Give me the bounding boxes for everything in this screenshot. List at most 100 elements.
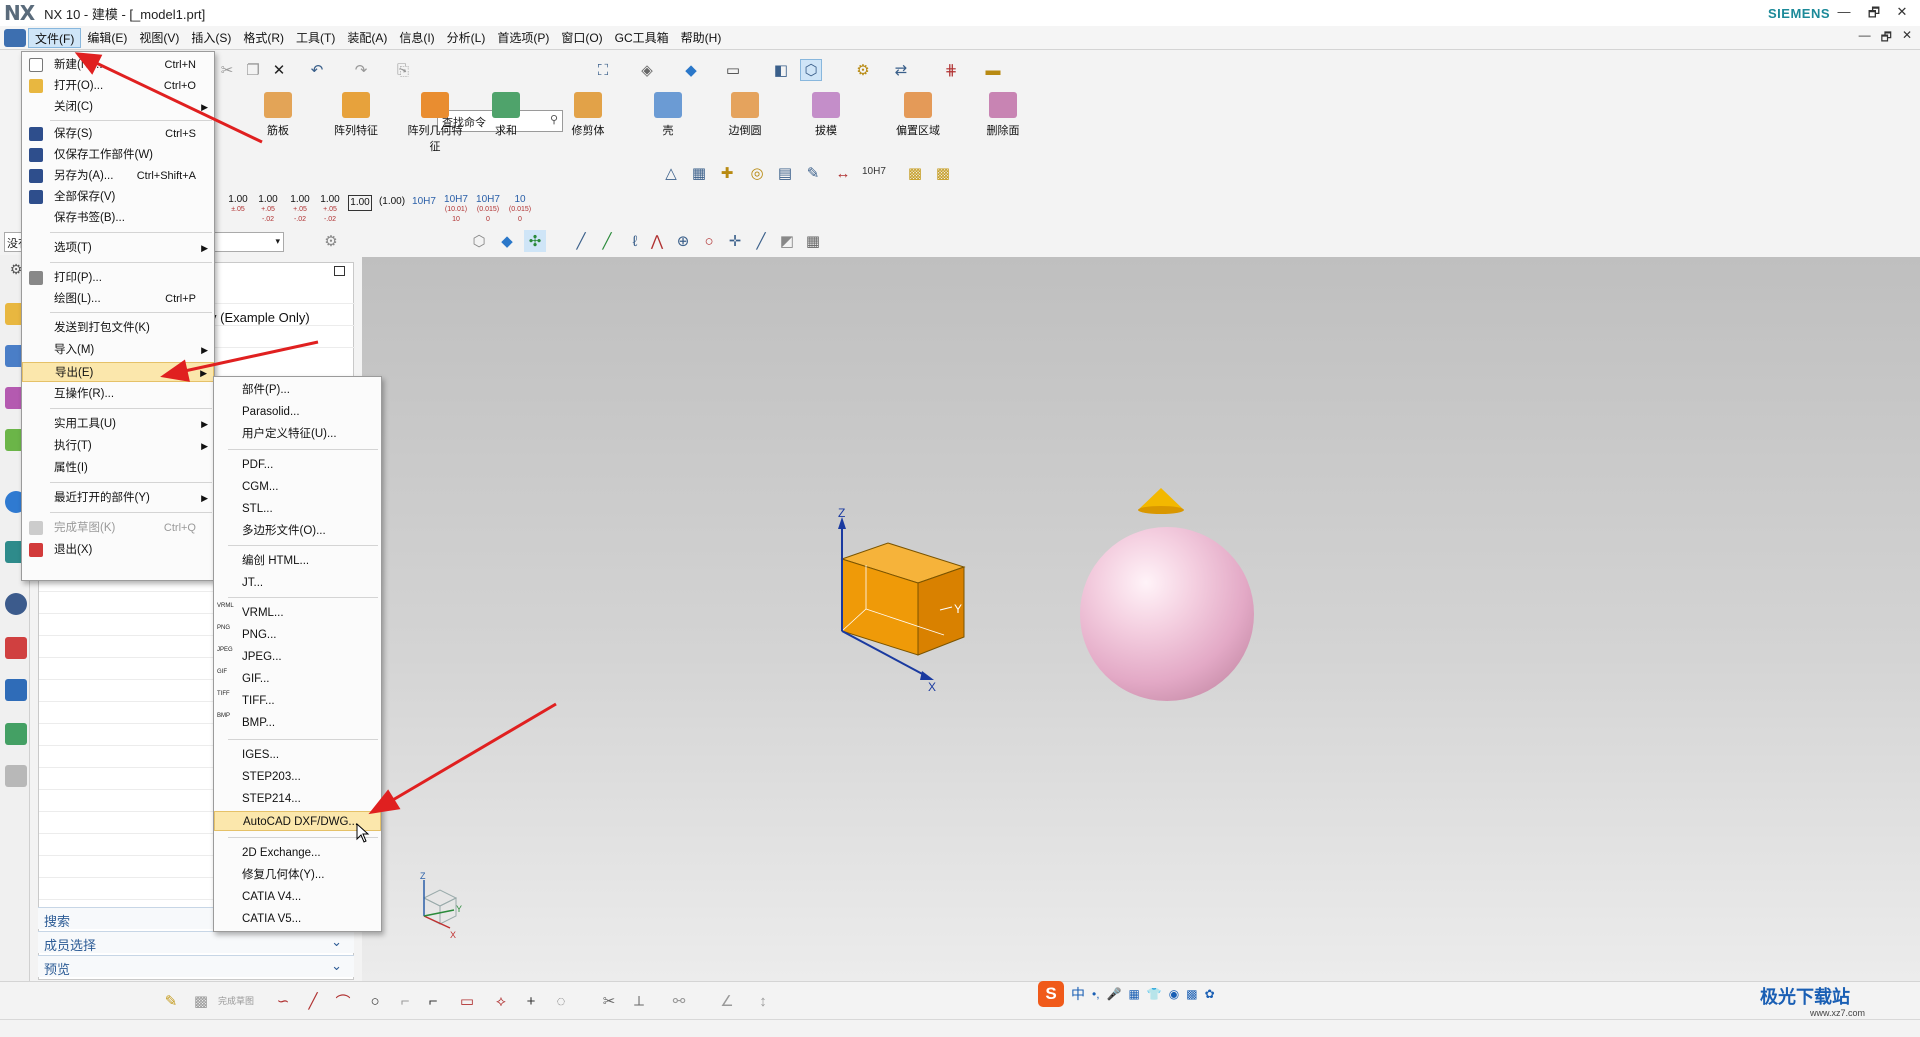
export-tiff[interactable]: TIFF TIFF... <box>214 691 381 711</box>
export-gif[interactable]: GIF GIF... <box>214 669 381 689</box>
close-button[interactable]: ✕ <box>1892 4 1912 22</box>
assembly-icon[interactable]: ▩ <box>904 162 926 184</box>
rectangle-icon[interactable]: ▭ <box>456 990 478 1012</box>
export-vrml[interactable]: VRML VRML... <box>214 603 381 623</box>
ribbon-delete-face-button[interactable]: 删除面 <box>980 92 1026 138</box>
curve-snap-icon[interactable]: ╱ <box>596 230 618 252</box>
profile-icon[interactable]: ∽ <box>272 990 294 1012</box>
system-materials-icon[interactable] <box>5 679 27 701</box>
extend-icon[interactable]: ⟂ <box>628 990 650 1012</box>
nav-member-select-section[interactable]: 成员选择 ⌄ <box>38 931 354 953</box>
export-udf[interactable]: 用户定义特征(U)... <box>214 424 381 444</box>
menu-item-close[interactable]: 关闭(C) ▶ <box>22 97 214 117</box>
finish-sketch-label[interactable]: 完成草图 <box>218 994 254 1007</box>
arc-snap-icon[interactable]: ℓ <box>624 230 646 252</box>
midpoint-snap-icon[interactable]: ⋀ <box>646 230 668 252</box>
menu-item-save-as[interactable]: 另存为(A)... Ctrl+Shift+A <box>22 166 214 186</box>
measure-icon[interactable]: ⋕ <box>940 59 962 81</box>
scope-filter-select[interactable]: ▾ <box>212 232 284 252</box>
minimize-button[interactable]: — <box>1834 4 1854 22</box>
export-jt[interactable]: JT... <box>214 573 381 593</box>
process-studio-icon[interactable] <box>5 765 27 787</box>
export-step203[interactable]: STEP203... <box>214 767 381 787</box>
snap-point-icon[interactable]: ✣ <box>524 230 546 252</box>
export-catia-v4[interactable]: CATIA V4... <box>214 887 381 907</box>
orient-view-icon[interactable]: ◆ <box>680 59 702 81</box>
ribbon-shell-button[interactable]: 壳 <box>648 92 688 138</box>
menu-item-properties[interactable]: 属性(I) <box>22 458 214 478</box>
ribbon-unite-button[interactable]: 求和 <box>486 92 526 138</box>
dim-style-3[interactable]: 1.00 +.05 -.02 <box>288 195 312 225</box>
export-parasolid[interactable]: Parasolid... <box>214 402 381 422</box>
dimension-icon[interactable]: ↔ <box>832 162 854 184</box>
export-part[interactable]: 部件(P)... <box>214 380 381 400</box>
export-repair-geometry[interactable]: 修复几何体(Y)... <box>214 865 381 885</box>
dim-style-7[interactable]: 10H7 <box>410 195 438 209</box>
menu-analysis[interactable]: 分析(L) <box>441 28 492 48</box>
ribbon-pattern-geometry-button[interactable]: 阵列几何特征 <box>404 92 466 154</box>
ribbon-offset-region-button[interactable]: 偏置区域 <box>890 92 946 138</box>
menu-item-interop[interactable]: 互操作(R)... <box>22 384 214 404</box>
constraint-icon[interactable]: ∠ <box>716 990 738 1012</box>
menu-assembly[interactable]: 装配(A) <box>341 28 393 48</box>
doc-restore-button[interactable]: 🗗 <box>1881 28 1892 49</box>
doc-close-button[interactable]: ✕ <box>1902 28 1912 49</box>
maximize-panel-icon[interactable] <box>334 266 345 276</box>
export-png[interactable]: PNG PNG... <box>214 625 381 645</box>
select-face-icon[interactable]: ◆ <box>496 230 518 252</box>
section-view-icon[interactable]: ◧ <box>770 59 792 81</box>
finish-sketch-icon[interactable]: ▩ <box>190 990 212 1012</box>
menu-tools[interactable]: 工具(T) <box>290 28 341 48</box>
menu-format[interactable]: 格式(R) <box>237 28 290 48</box>
export-catia-v5[interactable]: CATIA V5... <box>214 909 381 929</box>
menu-item-execute[interactable]: 执行(T) ▶ <box>22 436 214 456</box>
menu-view[interactable]: 视图(V) <box>133 28 185 48</box>
center-snap-icon[interactable]: ○ <box>698 230 720 252</box>
visual-palette-icon[interactable] <box>5 637 27 659</box>
polygon-icon[interactable]: ⟡ <box>490 990 512 1012</box>
export-html[interactable]: 编创 HTML... <box>214 551 381 571</box>
export-bmp[interactable]: BMP BMP... <box>214 713 381 733</box>
intersection-snap-icon[interactable]: ⊕ <box>672 230 694 252</box>
dimension-sketch-icon[interactable]: ↕ <box>752 990 774 1012</box>
cut-icon[interactable]: ✂ <box>216 59 238 81</box>
fit-view-icon[interactable]: ⛶ <box>592 59 614 81</box>
menu-item-print[interactable]: 打印(P)... <box>22 268 214 288</box>
keyboard-icon[interactable]: ▦ <box>1129 987 1140 1001</box>
robot-icon[interactable]: ◉ <box>1169 987 1179 1001</box>
ribbon-draft-button[interactable]: 拔模 <box>806 92 846 138</box>
dim-style-2[interactable]: 1.00 +.05 -.02 <box>256 195 280 225</box>
dim-style-1[interactable]: 1.00 ±.05 <box>226 195 250 215</box>
brush-icon[interactable]: ✎ <box>802 162 824 184</box>
background-icon[interactable]: ▭ <box>722 59 744 81</box>
menu-window[interactable]: 窗口(O) <box>555 28 608 48</box>
circle-icon[interactable]: ○ <box>364 990 386 1012</box>
components-icon[interactable]: ▩ <box>932 162 954 184</box>
dim-style-10[interactable]: 10 (0.015) 0 <box>506 195 534 225</box>
menu-gc-toolbox[interactable]: GC工具箱 <box>609 28 675 48</box>
menu-insert[interactable]: 插入(S) <box>185 28 237 48</box>
menu-edit[interactable]: 编辑(E) <box>81 28 133 48</box>
export-step214[interactable]: STEP214... <box>214 789 381 809</box>
menu-item-export[interactable]: 导出(E) ▶ <box>22 362 214 382</box>
datum-icon[interactable]: ✚ <box>716 162 738 184</box>
trim-icon[interactable]: ✂ <box>598 990 620 1012</box>
toolbox-icon[interactable]: ▩ <box>1186 987 1197 1001</box>
move-icon[interactable]: ⇄ <box>890 59 912 81</box>
pole-snap-icon[interactable]: ◩ <box>776 230 798 252</box>
menu-item-save-work-part[interactable]: 仅保存工作部件(W) <box>22 145 214 165</box>
point-icon[interactable]: + <box>520 990 542 1012</box>
dim-style-6[interactable]: (1.00) <box>378 195 406 209</box>
tangent-snap-icon[interactable]: ╱ <box>750 230 772 252</box>
menu-item-plot[interactable]: 绘图(L)... Ctrl+P <box>22 289 214 309</box>
app-menu-icon[interactable] <box>4 28 26 47</box>
skin-icon[interactable]: 👕 <box>1147 987 1162 1001</box>
sogou-logo-icon[interactable]: S <box>1038 981 1064 1007</box>
note-icon[interactable]: ▤ <box>774 162 796 184</box>
dim-style-8[interactable]: 10H7 (10.01) 10 <box>442 195 470 225</box>
roles-icon[interactable] <box>5 723 27 745</box>
line-snap-icon[interactable]: ╱ <box>570 230 592 252</box>
offset-curve-icon[interactable]: ◌ <box>550 990 572 1012</box>
selection-mode-icon[interactable]: ⬡ <box>800 59 822 81</box>
arc-icon[interactable]: ⌒ <box>332 990 354 1012</box>
